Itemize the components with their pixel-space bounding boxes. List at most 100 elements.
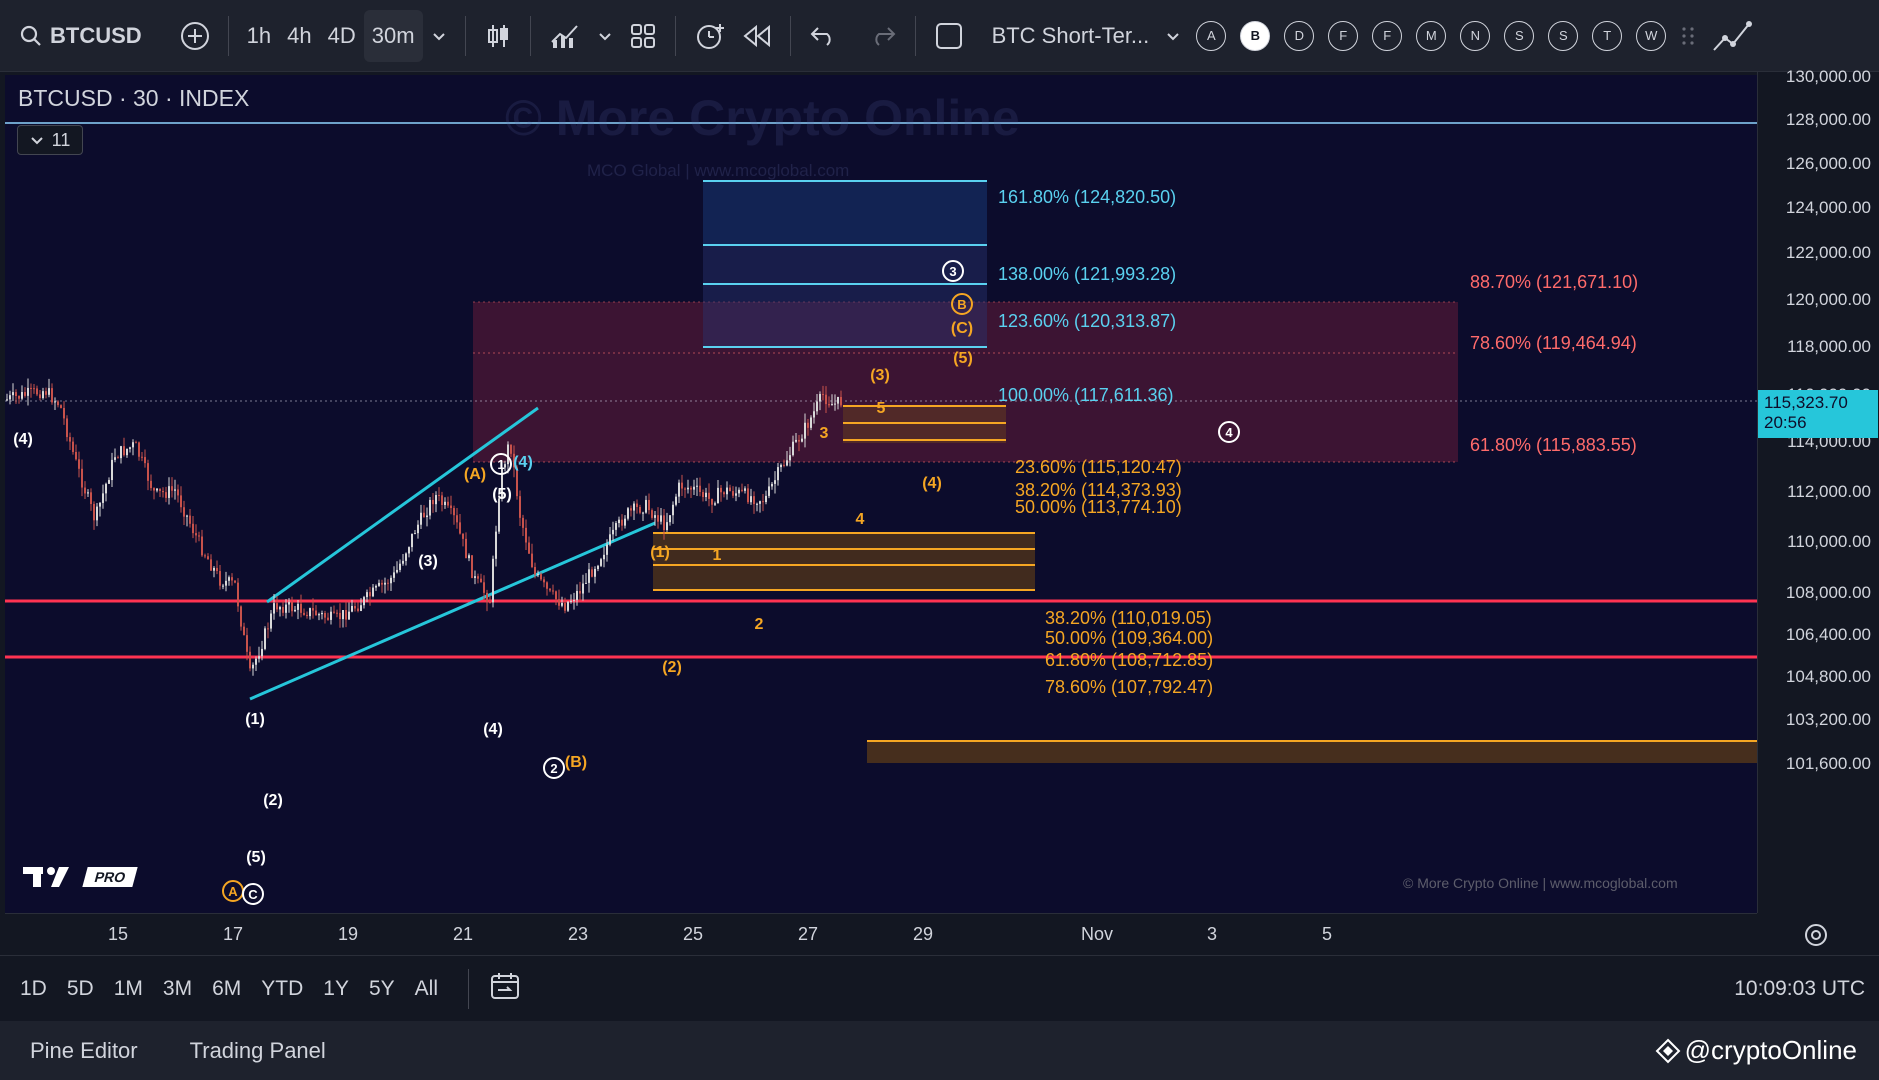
range-button-1d[interactable]: 1D — [20, 977, 47, 1001]
interval-4d[interactable]: 4D — [320, 10, 364, 62]
range-button-5d[interactable]: 5D — [67, 977, 94, 1001]
candle-body — [366, 592, 368, 598]
layout-dropdown[interactable] — [1157, 10, 1189, 62]
letter-button-5[interactable]: M — [1416, 20, 1447, 51]
price-axis[interactable]: 130,000.00 128,000.00 126,000.00 124,000.00… — [1757, 67, 1879, 913]
range-button-1m[interactable]: 1M — [114, 977, 143, 1001]
alarm-clock-icon — [696, 23, 724, 49]
wave-label: (4) — [13, 431, 33, 448]
candle-body — [36, 388, 38, 395]
compare-button[interactable] — [172, 10, 218, 62]
candle-body — [228, 577, 230, 581]
candle-body — [753, 496, 755, 505]
candle-body — [195, 533, 197, 536]
price-tick-label: 130,000.00 — [1785, 67, 1871, 86]
price-tick-label: 126,000.00 — [1785, 154, 1871, 173]
candle-body — [531, 553, 533, 568]
layout-button[interactable]: BTC Short-Ter... — [926, 10, 1158, 62]
letter-button-10[interactable]: W — [1636, 20, 1667, 51]
range-button-3m[interactable]: 3M — [163, 977, 192, 1001]
candle-body — [231, 577, 233, 581]
candle-body — [93, 504, 95, 521]
range-button-all[interactable]: All — [415, 977, 438, 1001]
top-toolbar: BTCUSD 1h 4h 4D 30m BTC Short-Ter... A B… — [0, 0, 1879, 72]
tab-pine-editor[interactable]: Pine Editor — [30, 1038, 138, 1064]
candle-body — [468, 555, 470, 559]
candle-body — [786, 460, 788, 466]
letter-button-4[interactable]: F — [1372, 20, 1403, 51]
indicators-button[interactable] — [541, 10, 589, 62]
candle-body — [6, 399, 8, 401]
indicators-toggle[interactable]: 11 — [17, 125, 83, 155]
letter-button-6[interactable]: N — [1460, 20, 1491, 51]
alert-button[interactable] — [686, 10, 734, 62]
letter-button-1[interactable]: B — [1240, 20, 1271, 51]
goto-date-button[interactable] — [489, 971, 521, 1006]
undo-button[interactable] — [801, 10, 845, 62]
divider — [914, 15, 916, 56]
chevron-down-icon — [30, 137, 43, 145]
interval-4h[interactable]: 4h — [279, 10, 319, 62]
interval-1h[interactable]: 1h — [239, 10, 279, 62]
indicators-dropdown[interactable] — [589, 10, 621, 62]
candle-body — [309, 608, 311, 617]
letter-button-8[interactable]: S — [1548, 20, 1579, 51]
range-button-5y[interactable]: 5Y — [369, 977, 395, 1001]
chart-type-button[interactable] — [476, 10, 520, 62]
candle-body — [33, 388, 35, 390]
candle-body — [774, 480, 776, 484]
price-tick-label: 110,000.00 — [1787, 532, 1871, 551]
letter-button-7[interactable]: S — [1504, 20, 1535, 51]
wave-label: (5) — [953, 350, 973, 367]
interval-dropdown[interactable] — [423, 10, 455, 62]
interval-30m[interactable]: 30m — [363, 9, 423, 62]
range-button-1y[interactable]: 1Y — [323, 977, 349, 1001]
candle-body — [237, 582, 239, 607]
redo-button[interactable] — [861, 10, 905, 62]
templates-button[interactable] — [621, 10, 665, 62]
price-tick-label: 124,000.00 — [1785, 198, 1871, 217]
wave-label: (3) — [418, 553, 438, 570]
candle-body — [393, 572, 395, 578]
letter-button-0[interactable]: A — [1196, 20, 1227, 51]
range-button-6m[interactable]: 6M — [212, 977, 241, 1001]
candle-body — [75, 451, 77, 460]
candle-body — [48, 388, 50, 395]
time-tick-label: 29 — [912, 924, 934, 944]
drag-handle[interactable] — [1673, 10, 1703, 62]
candle-body — [669, 515, 671, 523]
candle-body — [330, 611, 332, 620]
range-button-ytd[interactable]: YTD — [261, 977, 303, 1001]
letter-button-3[interactable]: F — [1328, 20, 1359, 51]
fullscreen-network-button[interactable] — [1703, 10, 1761, 62]
price-tick-label: 128,000.00 — [1785, 110, 1871, 129]
utc-clock[interactable]: 10:09:03 UTC — [1734, 977, 1865, 1001]
axis-settings-button[interactable] — [1803, 922, 1829, 953]
price-tick-label: 104,800.00 — [1785, 667, 1871, 686]
tab-trading-panel[interactable]: Trading Panel — [190, 1038, 326, 1064]
chart-pane[interactable]: © More Crypto Online MCO Global | www.mc… — [5, 75, 1757, 913]
fib-orange-zone — [843, 406, 1006, 443]
candle-body — [318, 614, 320, 616]
chart-canvas[interactable] — [5, 75, 1757, 913]
candle-body — [483, 582, 485, 593]
candle-body — [273, 603, 275, 614]
candle-body — [387, 582, 389, 584]
candle-body — [207, 556, 209, 560]
time-axis[interactable]: 15 17 19 21 23 25 27 29 Nov 3 5 — [5, 913, 1827, 955]
candle-body — [582, 583, 584, 594]
fib-blue-label-123: 123.60% (120,313.87) — [998, 311, 1177, 331]
candle-body — [660, 515, 662, 522]
candle-body — [756, 503, 758, 505]
candle-body — [30, 387, 32, 389]
wave-label: (B) — [564, 754, 588, 771]
candle-body — [585, 582, 587, 584]
letter-button-9[interactable]: T — [1592, 20, 1623, 51]
candle-body — [471, 555, 473, 578]
wave-label: (4) — [922, 475, 942, 492]
candle-body — [354, 606, 356, 609]
replay-button[interactable] — [734, 10, 780, 62]
candle-body — [159, 488, 161, 492]
letter-button-2[interactable]: D — [1284, 20, 1315, 51]
symbol-search[interactable]: BTCUSD — [12, 10, 150, 62]
